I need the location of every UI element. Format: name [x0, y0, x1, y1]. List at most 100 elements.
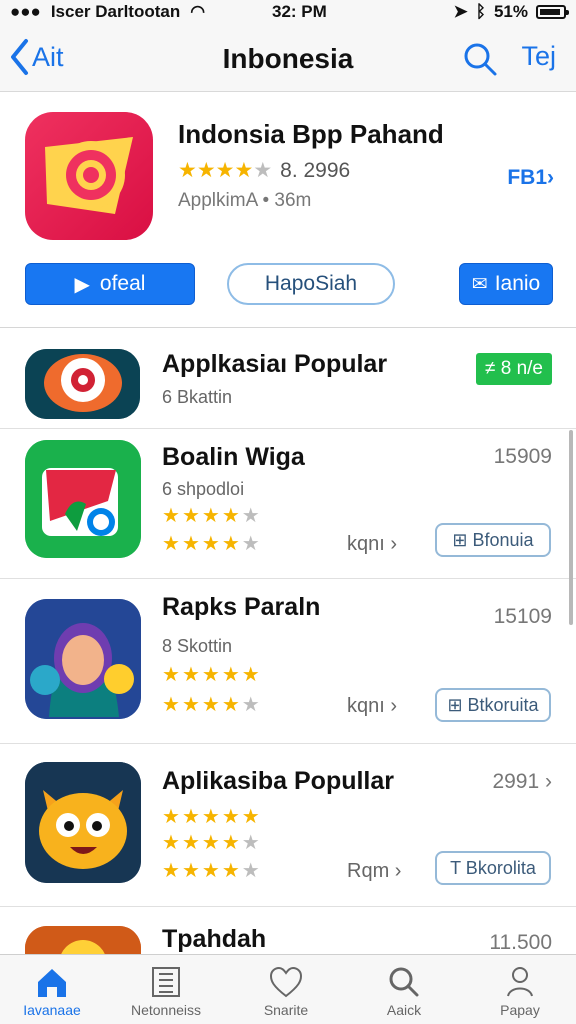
tab-label: Netonneiss — [130, 1002, 202, 1018]
tab-news[interactable]: Netonneiss — [116, 965, 216, 1023]
star-icon: ★ — [181, 806, 200, 828]
app-icon — [25, 762, 141, 883]
star-icon: ★ — [241, 505, 260, 527]
app-list-item[interactable]: Tpahdah 11.500 — [0, 907, 576, 954]
search-icon — [389, 967, 419, 997]
star-icon: ★ — [201, 806, 220, 828]
rating-stars: ★ ★ ★ ★ ★ — [162, 861, 260, 881]
featured-app-title: Indonsia Bpp Pahand — [178, 119, 444, 149]
star-icon: ★ — [162, 860, 180, 882]
app-icon — [25, 440, 141, 558]
heart-icon — [269, 966, 303, 998]
status-time: 32: PM — [272, 2, 327, 21]
status-badge: ≠ 8 n/e — [476, 353, 552, 385]
tab-label: Papay — [500, 1002, 540, 1018]
tab-search[interactable]: Aaick — [354, 965, 454, 1023]
star-icon: ★ — [162, 664, 180, 686]
status-bar: ●●● Iscer Darltootan ◠ 32: PM ➤ ᛒ 51% — [0, 0, 576, 24]
tab-profile[interactable]: Papay — [470, 965, 570, 1023]
rating-stars: ★ ★ ★ ★ ★ — [162, 807, 260, 827]
featured-app-card: Indonsia Bpp Pahand ★★★★★ 8. 2996 Applki… — [0, 92, 576, 328]
rating-stars: ★ ★ ★ ★ ★ — [162, 665, 260, 685]
category-chip[interactable]: T Bkorolita — [435, 851, 551, 885]
tab-favorites[interactable]: Snarite — [236, 965, 336, 1023]
star-icon: ★ — [181, 533, 200, 555]
star-icon: ★ — [201, 664, 220, 686]
download-count: 15109 — [493, 605, 552, 628]
mail-button[interactable]: ✉ Ianio — [459, 263, 553, 305]
star-icon: ★ — [201, 505, 220, 527]
eye-character-icon — [25, 349, 140, 419]
outline-action-button[interactable]: HapoSiah — [227, 263, 395, 305]
tab-label: Aaick — [386, 1002, 422, 1018]
app-list: Applkasiaı Popular 6 Bkattin ≠ 8 n/e Boa… — [0, 329, 576, 954]
wifi-icon: ◠ — [190, 2, 206, 21]
app-list-item[interactable]: Boalin Wiga 6 shpodloi ★ ★ ★ ★ ★ ★ ★ ★ ★ ★ 15909… — [0, 429, 576, 579]
grid-icon — [152, 967, 180, 997]
search-icon[interactable] — [462, 41, 498, 77]
battery-icon — [536, 5, 569, 19]
mail-icon: ✉ — [471, 273, 488, 295]
tab-home[interactable]: Iavanaae — [2, 965, 102, 1023]
play-button[interactable]: ▶ ofeal — [25, 263, 195, 305]
app-title: Tpahdah — [162, 925, 267, 953]
app-list-item[interactable]: Aplikasiba Popullar ★ ★ ★ ★ ★ ★ ★ ★ ★ ★ ★ ★ ★ ★ ★ 29… — [0, 744, 576, 907]
star-icon: ★ — [221, 505, 240, 527]
app-list-item[interactable]: Applkasiaı Popular 6 Bkattin ≠ 8 n/e — [0, 329, 576, 429]
star-icon: ★ — [201, 860, 220, 882]
star-icon: ★ — [181, 694, 200, 716]
download-count: 11.500 — [489, 931, 552, 954]
star-icon: ★ — [241, 533, 260, 555]
star-icon: ★ — [221, 860, 240, 882]
rating-stars: ★ ★ ★ ★ ★ — [162, 506, 260, 526]
detail-link[interactable]: Rqm › — [347, 860, 401, 883]
star-icon: ★ — [221, 533, 240, 555]
star-icon: ★ — [221, 694, 240, 716]
detail-link[interactable]: kqnı › — [347, 533, 397, 556]
app-title: Rapks Paraln — [162, 593, 321, 621]
home-icon — [38, 969, 66, 997]
tab-label: Iavanaae — [23, 1002, 81, 1018]
navigation-bar: Ait Inbonesia Tej — [0, 24, 576, 92]
star-icon: ★ — [215, 159, 235, 182]
featured-app-icon[interactable] — [25, 112, 153, 240]
star-icon: ★ — [196, 159, 216, 182]
app-icon — [25, 349, 140, 419]
star-icon: ★ — [162, 533, 180, 555]
app-title: Boalin Wiga — [162, 443, 305, 471]
creature-icon — [25, 762, 141, 883]
detail-link[interactable]: kqnı › — [347, 695, 397, 718]
star-icon: ★ — [253, 159, 273, 182]
star-icon: ★ — [181, 505, 200, 527]
star-icon: ★ — [221, 664, 240, 686]
featured-rating: ★★★★★ 8. 2996 — [178, 158, 350, 183]
app-subtitle: 6 Bkattin — [162, 387, 233, 407]
category-chip[interactable]: ⊞ Bfonuia — [435, 523, 551, 557]
category-chip[interactable]: ⊞ Btkoruita — [435, 688, 551, 722]
star-icon: ★ — [162, 806, 180, 828]
star-icon: ★ — [178, 159, 197, 182]
app-icon — [25, 926, 141, 954]
featured-detail-link[interactable]: FB1› — [507, 166, 554, 190]
app-list-item[interactable]: Rapks Paraln 8 Skottin ★ ★ ★ ★ ★ ★ ★ ★ ★ ★ 15109… — [0, 579, 576, 744]
scrollbar[interactable] — [569, 430, 573, 625]
star-icon: ★ — [201, 694, 220, 716]
star-icon: ★ — [234, 159, 254, 182]
mail-label: Ianio — [494, 272, 541, 295]
tab-label: Snarite — [263, 1002, 309, 1018]
status-right: ➤ ᛒ 51% — [453, 2, 569, 22]
featured-meta: ApplkimA • 36m — [178, 190, 312, 211]
featured-rating-value: 8. 2996 — [280, 158, 351, 182]
star-icon: ★ — [181, 664, 200, 686]
star-icon: ★ — [181, 860, 200, 882]
person-icon — [507, 967, 533, 997]
app-title: Applkasiaı Popular — [162, 350, 388, 378]
location-icon: ➤ — [453, 2, 468, 21]
star-icon: ★ — [162, 832, 180, 854]
star-icon: ★ — [201, 832, 220, 854]
signal-icon: ●●● — [10, 2, 41, 21]
star-icon: ★ — [221, 806, 240, 828]
portrait-character-icon — [25, 599, 141, 719]
app-subtitle: 8 Skottin — [162, 636, 233, 656]
nav-right-button[interactable]: Tej — [521, 41, 556, 72]
